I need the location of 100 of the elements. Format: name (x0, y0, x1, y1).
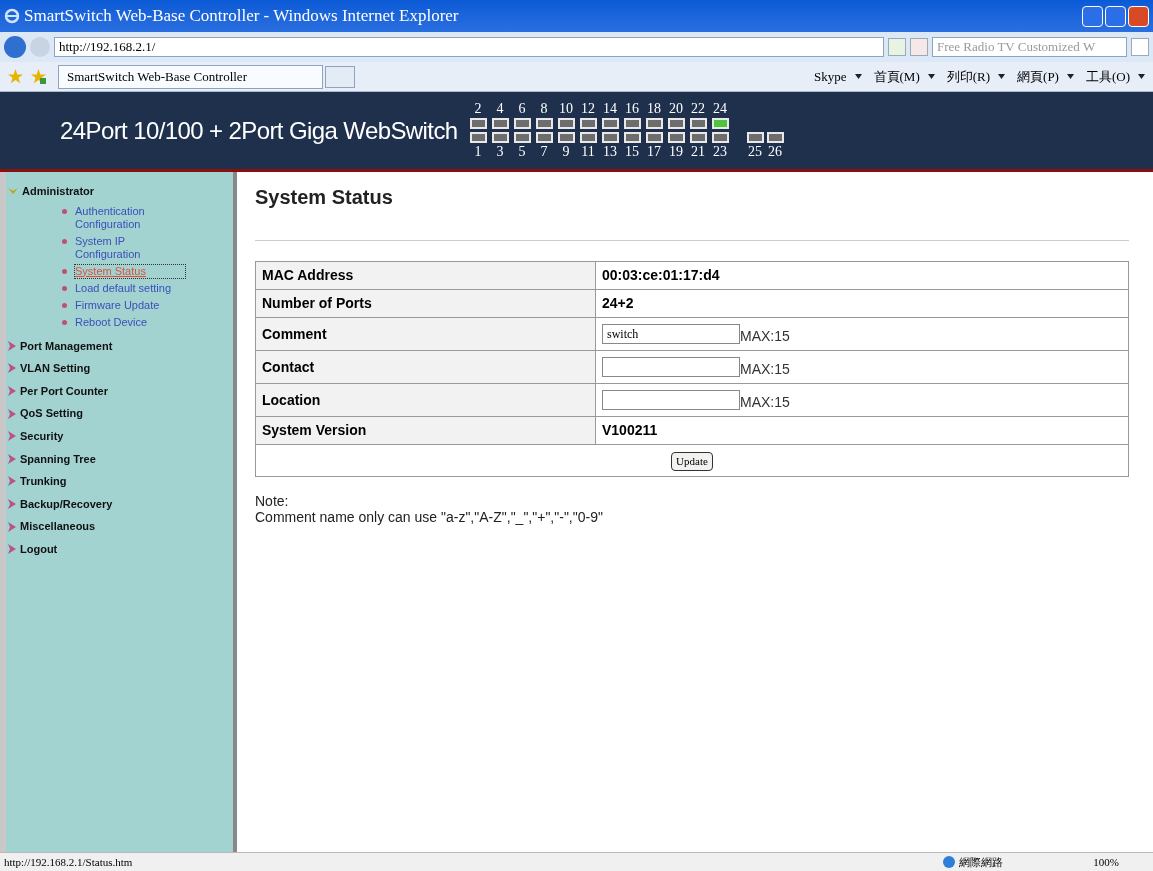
bullet-icon (62, 302, 67, 308)
zoom-level[interactable]: 100% (1093, 853, 1119, 871)
caret-icon[interactable] (1138, 74, 1145, 79)
menu-item[interactable]: Port Management (6, 334, 233, 358)
status-url: http://192.168.2.1/Status.htm (4, 854, 133, 870)
port-number: 7 (539, 145, 549, 159)
browser-tab[interactable]: SmartSwitch Web-Base Controller (58, 64, 323, 89)
arrow-icon (8, 408, 16, 419)
stop-button[interactable] (910, 38, 928, 56)
row-label: System Version (255, 416, 596, 445)
submenu-link[interactable]: Authentication Configuration (75, 204, 185, 231)
command-button[interactable]: 網頁(P) (1017, 66, 1059, 87)
menu-item[interactable]: Spanning Tree (6, 447, 233, 471)
page-title: System Status (255, 185, 394, 210)
max-hint: MAX:15 (740, 359, 790, 379)
note-title: Note: (255, 493, 290, 509)
back-button[interactable] (4, 36, 26, 58)
max-hint: MAX:15 (740, 392, 790, 412)
bullet-icon (62, 319, 67, 325)
arrow-icon (8, 431, 16, 442)
menu-item[interactable]: Backup/Recovery (6, 492, 233, 516)
arrow-icon (8, 521, 16, 532)
zone-label: 網際網路 (959, 854, 1004, 870)
port-number: 23 (712, 145, 729, 159)
row-label: MAC Address (255, 261, 596, 290)
menu-item[interactable]: QoS Setting (6, 402, 233, 425)
search-field[interactable]: Free Radio TV Customized W (932, 37, 1127, 57)
caret-icon[interactable] (998, 74, 1006, 79)
port-number: 15 (624, 145, 641, 159)
minimize-button[interactable] (1082, 5, 1103, 27)
refresh-button[interactable] (888, 38, 906, 56)
arrow-icon (8, 544, 16, 555)
port-number: 14 (602, 102, 619, 116)
new-tab-button[interactable] (325, 65, 355, 88)
menu-item[interactable]: VLAN Setting (6, 357, 233, 380)
port-number: 9 (561, 145, 571, 159)
maximize-button[interactable] (1105, 5, 1126, 27)
submenu-link[interactable]: Load default setting (75, 281, 185, 295)
command-button[interactable]: Skype (814, 66, 847, 87)
submenu-link[interactable]: Firmware Update (75, 298, 185, 312)
header-title: 24Port 10/100 + 2Port Giga WebSwitch (60, 115, 458, 146)
row-label: Comment (255, 317, 596, 351)
arrow-icon (8, 363, 16, 374)
arrow-icon (8, 476, 16, 487)
command-button[interactable]: 工具(O) (1085, 66, 1130, 87)
port-number: 22 (690, 102, 707, 116)
port-number: 13 (602, 145, 619, 159)
submenu-link[interactable]: Reboot Device (75, 315, 185, 329)
command-button[interactable]: 列印(R) (946, 66, 991, 87)
port-number: 3 (495, 145, 505, 159)
menu-item[interactable]: Trunking (6, 470, 233, 493)
port-number: 8 (539, 102, 549, 116)
row-value: V100211 (602, 422, 658, 438)
menu-item[interactable]: Per Port Counter (6, 379, 233, 403)
port-number: 21 (690, 145, 707, 159)
port-number: 20 (668, 102, 685, 116)
port-number: 5 (517, 145, 527, 159)
text-field[interactable] (602, 390, 740, 410)
bullet-icon (62, 238, 67, 244)
caret-icon[interactable] (1066, 74, 1074, 79)
port-number: 12 (580, 102, 597, 116)
star-icon[interactable] (8, 69, 23, 84)
menu-item[interactable]: Security (6, 424, 233, 448)
browser-logo-icon (4, 8, 20, 24)
menu-item[interactable]: Administrator (6, 180, 233, 203)
update-button[interactable]: Update (671, 452, 713, 471)
port-number: 4 (495, 102, 505, 116)
caret-icon[interactable] (854, 74, 862, 79)
add-star-icon[interactable] (31, 69, 46, 84)
port-number: 6 (517, 102, 527, 116)
port-number: 2 (473, 102, 483, 116)
bullet-icon (62, 285, 67, 291)
expanded-arrow-icon (8, 187, 18, 196)
text-field[interactable] (602, 357, 740, 377)
menu-item[interactable]: Miscellaneous (6, 515, 233, 538)
bullet-icon (62, 208, 67, 214)
port-number: 10 (558, 102, 575, 116)
port-number: 11 (580, 145, 596, 159)
caret-icon[interactable] (927, 74, 935, 79)
row-value: 00:03:ce:01:17:d4 (602, 267, 720, 283)
port-number: 25 (747, 145, 764, 159)
text-field[interactable]: switch (602, 324, 740, 344)
arrow-icon (8, 453, 16, 464)
arrow-icon (8, 386, 16, 397)
row-label: Location (255, 383, 596, 417)
address-field[interactable]: http://192.168.2.1/ (54, 37, 884, 57)
close-button[interactable] (1128, 5, 1149, 27)
globe-icon (943, 856, 956, 868)
row-label: Contact (255, 350, 596, 384)
port-number: 19 (668, 145, 685, 159)
note-text: Comment name only can use "a-z","A-Z","_","+","-","0-9" (255, 509, 604, 525)
submenu-link[interactable]: System IP Configuration (75, 234, 185, 261)
port-number: 1 (473, 145, 483, 159)
max-hint: MAX:15 (740, 326, 790, 346)
port-number: 16 (624, 102, 641, 116)
menu-item[interactable]: Logout (6, 537, 233, 561)
search-button[interactable] (1131, 38, 1149, 56)
command-button[interactable]: 首頁(M) (873, 66, 920, 87)
row-label: Number of Ports (255, 289, 596, 318)
row-value: 24+2 (602, 295, 634, 311)
